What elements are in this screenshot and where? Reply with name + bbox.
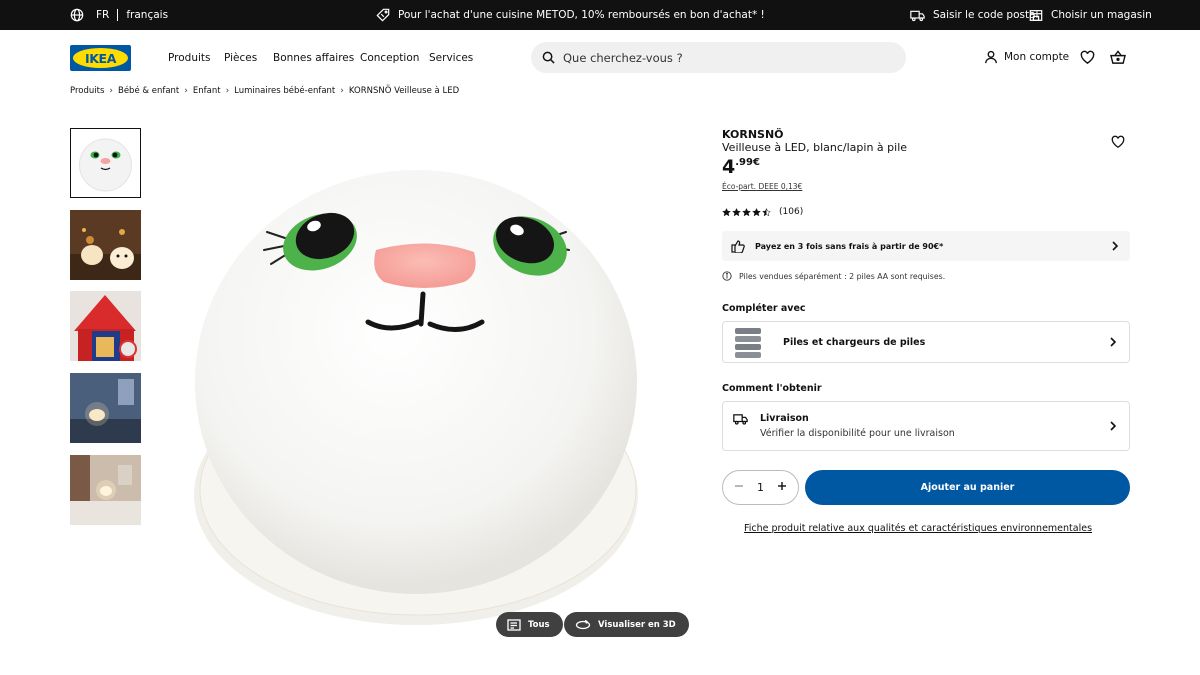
lamp-dome [195, 170, 637, 594]
ikea-logo[interactable]: IKEA [70, 45, 131, 71]
grid-icon [507, 618, 521, 631]
quantity-stepper: 1 [722, 470, 799, 505]
truck-icon [733, 413, 748, 425]
star-icon [752, 207, 761, 216]
thumbnail-4[interactable] [70, 373, 141, 443]
breadcrumb-current: KORNSNÖ Veilleuse à LED [348, 86, 460, 96]
search-icon [542, 51, 555, 64]
promo-banner[interactable]: Pour l'achat d'une cuisine METOD, 10% re… [376, 0, 765, 30]
accessory-card[interactable]: Piles et chargeurs de piles [722, 321, 1130, 363]
obtain-heading: Comment l'obtenir [722, 383, 822, 394]
thumbnail-3[interactable] [70, 291, 141, 361]
star-icon [722, 207, 731, 216]
view-3d-button[interactable]: Visualiser en 3D [564, 612, 689, 637]
top-bar: FR français Pour l'achat d'une cuisine M… [0, 0, 1200, 30]
user-icon [984, 50, 998, 64]
delivery-title: Livraison [760, 413, 809, 424]
thumbnail-image [70, 210, 141, 280]
breadcrumb-item[interactable]: Bébé & enfant [118, 86, 179, 96]
price-integer: 4 [722, 156, 736, 178]
logo-oval: IKEA [73, 48, 128, 68]
show-all-button[interactable]: Tous [496, 612, 563, 637]
payment-option[interactable]: Payez en 3 fois sans frais à partir de 9… [722, 231, 1130, 261]
chevron-right-icon [1109, 337, 1117, 347]
chevron-right-icon: › [225, 86, 230, 96]
chevron-right-icon: › [109, 86, 113, 96]
star-icon [762, 207, 771, 216]
tag-icon [376, 8, 390, 22]
globe-icon [70, 8, 84, 22]
nav-produits[interactable]: Produits [168, 52, 210, 64]
thumbnail-5[interactable] [70, 455, 141, 525]
notice-text: Piles vendues séparément : 2 piles AA so… [739, 271, 946, 281]
rating-stars [722, 207, 771, 217]
thumbs-up-icon [731, 239, 745, 253]
price-decimal: .99€ [735, 157, 760, 168]
add-to-cart-button[interactable]: Ajouter au panier [805, 470, 1130, 505]
divider [117, 9, 119, 21]
breadcrumb-item[interactable]: Enfant [193, 86, 221, 96]
search-input[interactable] [563, 50, 883, 65]
chevron-right-icon: › [184, 86, 188, 96]
payment-label: Payez en 3 fois sans frais à partir de 9… [755, 241, 944, 251]
lamp-nose [374, 243, 476, 288]
chevron-right-icon: › [340, 86, 344, 96]
review-count: (106) [779, 207, 804, 217]
thumbnail-image [70, 455, 141, 525]
rating[interactable]: (106) [722, 207, 803, 217]
truck-icon [910, 9, 925, 22]
product-sheet-link[interactable]: Fiche produit relative aux qualités et c… [744, 523, 1092, 534]
star-icon [732, 207, 741, 216]
favorite-heart-icon[interactable] [1111, 134, 1125, 153]
product-description: Veilleuse à LED, blanc/lapin à pile [722, 141, 908, 154]
store-selector[interactable]: Choisir un magasin [1029, 0, 1152, 30]
battery-pack-image [735, 328, 761, 358]
main-product-image[interactable] [180, 160, 660, 640]
chevron-right-icon [1111, 241, 1119, 251]
quantity-value[interactable]: 1 [757, 481, 764, 494]
heart-icon[interactable] [1080, 50, 1095, 69]
product-name: KORNSNÖ [722, 128, 784, 141]
store-icon [1029, 9, 1043, 22]
postal-text: Saisir le code postal [933, 9, 1039, 21]
store-text: Choisir un magasin [1051, 9, 1152, 21]
plus-icon[interactable] [777, 481, 787, 494]
minus-icon[interactable] [734, 481, 744, 494]
info-icon [722, 271, 732, 281]
delivery-subtitle: Vérifier la disponibilité pour une livra… [760, 428, 955, 439]
product-price: 4 .99€ [722, 156, 760, 178]
account-link[interactable]: Mon compte [984, 50, 1069, 64]
thumbnail-2[interactable] [70, 210, 141, 280]
language-selector[interactable]: FR français [70, 0, 168, 30]
star-icon [742, 207, 751, 216]
language-code: FR [96, 9, 110, 21]
ecopart-link[interactable]: Éco-part. DEEE 0,13€ [722, 182, 802, 191]
view-3d-label: Visualiser en 3D [598, 619, 676, 630]
account-label: Mon compte [1004, 51, 1070, 63]
logo-text: IKEA [85, 50, 116, 66]
search-bar[interactable] [531, 42, 906, 73]
postal-code-link[interactable]: Saisir le code postal [910, 0, 1038, 30]
language-name: français [126, 9, 169, 21]
nav-pieces[interactable]: Pièces [224, 52, 257, 64]
chevron-right-icon [1109, 421, 1117, 431]
rotate-3d-icon [575, 619, 591, 631]
show-all-label: Tous [528, 619, 550, 630]
promo-text: Pour l'achat d'une cuisine METOD, 10% re… [398, 9, 765, 21]
cart-icon[interactable] [1110, 50, 1126, 69]
nav-services[interactable]: Services [429, 52, 473, 64]
thumbnail-image [70, 373, 141, 443]
thumbnail-image [70, 291, 141, 361]
nav-bonnes-affaires[interactable]: Bonnes affaires [273, 52, 354, 64]
delivery-card[interactable]: Livraison Vérifier la disponibilité pour… [722, 401, 1130, 451]
nav-conception[interactable]: Conception [360, 52, 419, 64]
accessory-title: Piles et chargeurs de piles [783, 336, 926, 348]
battery-notice: Piles vendues séparément : 2 piles AA so… [722, 271, 945, 281]
complete-heading: Compléter avec [722, 303, 806, 314]
thumbnail-1[interactable] [70, 128, 141, 198]
thumbnail-image [71, 129, 140, 197]
breadcrumb: Produits › Bébé & enfant › Enfant › Lumi… [70, 86, 459, 96]
breadcrumb-item[interactable]: Produits [70, 86, 104, 96]
breadcrumb-item[interactable]: Luminaires bébé-enfant [234, 86, 335, 96]
